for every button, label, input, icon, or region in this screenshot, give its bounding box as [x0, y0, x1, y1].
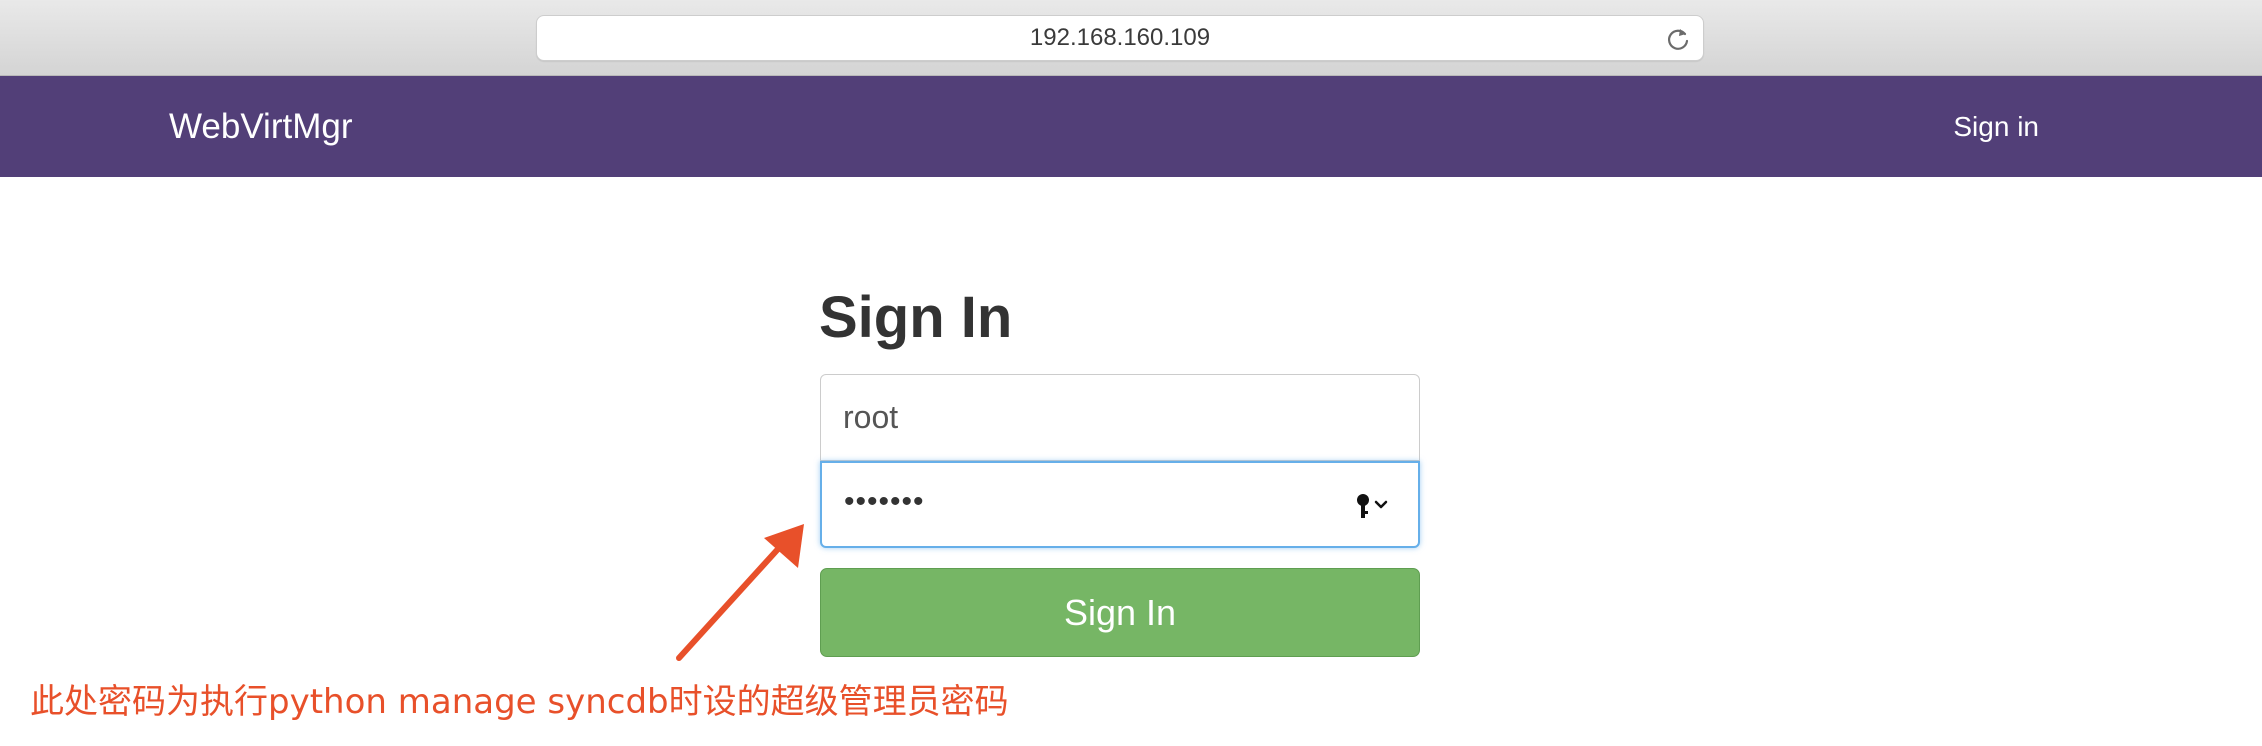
reload-icon[interactable]: [1665, 26, 1691, 52]
brand-logo[interactable]: WebVirtMgr: [169, 76, 352, 177]
page-title: Sign In: [819, 285, 1013, 350]
sign-in-button[interactable]: Sign In: [820, 568, 1420, 657]
username-value: root: [843, 399, 899, 435]
annotation-text: 此处密码为执行python manage syncdb时设的超级管理员密码: [30, 682, 1009, 722]
address-bar-url[interactable]: 192.168.160.109: [537, 16, 1703, 60]
username-input[interactable]: root: [820, 374, 1420, 461]
nav-sign-in-link[interactable]: Sign in: [1953, 76, 2039, 177]
key-icon[interactable]: [1354, 491, 1394, 521]
top-navbar: WebVirtMgr Sign in: [0, 76, 2262, 177]
password-value: •••••••: [844, 484, 925, 518]
browser-toolbar: 192.168.160.109: [0, 0, 2262, 76]
address-bar[interactable]: 192.168.160.109: [536, 15, 1704, 61]
arrow-icon: [676, 524, 804, 661]
password-input[interactable]: •••••••: [820, 461, 1420, 548]
